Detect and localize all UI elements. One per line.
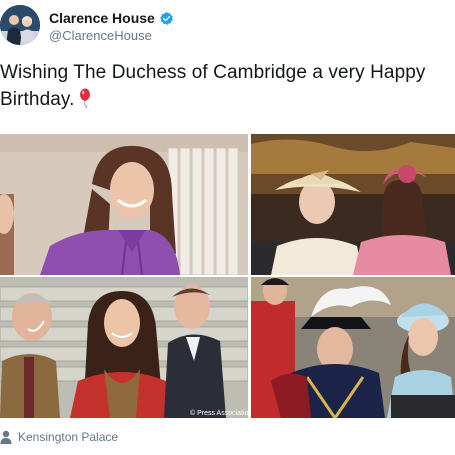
tweet-location[interactable]: Kensington Palace [0,428,118,446]
author-handle[interactable]: @ClarenceHouse [49,28,152,43]
photo-credit: © Press Association [190,409,248,417]
author-display-name[interactable]: Clarence House [49,10,155,26]
avatar[interactable] [0,5,40,45]
photo-duchess-prince: © Press Association [0,277,248,418]
tweet-body: Wishing The Duchess of Cambridge a very … [0,59,452,113]
person-icon [0,430,12,444]
author-name-row[interactable]: Clarence House [49,9,174,27]
photo-1[interactable] [0,134,248,275]
media-grid: © Press Association [0,134,455,418]
photo-4[interactable] [251,277,455,418]
photo-duchess-purple [0,134,248,275]
location-label[interactable]: Kensington Palace [18,430,118,444]
verified-badge-icon [159,11,173,25]
photo-carriage [251,134,455,275]
tweet-header: Clarence House @ClarenceHouse [0,0,455,52]
balloon-icon [80,88,91,108]
photo-garter-ceremony [251,277,455,418]
tweet-text: Wishing The Duchess of Cambridge a very … [0,62,426,110]
photo-2[interactable] [251,134,455,275]
photo-3[interactable]: © Press Association [0,277,248,418]
avatar-photo [0,5,40,45]
